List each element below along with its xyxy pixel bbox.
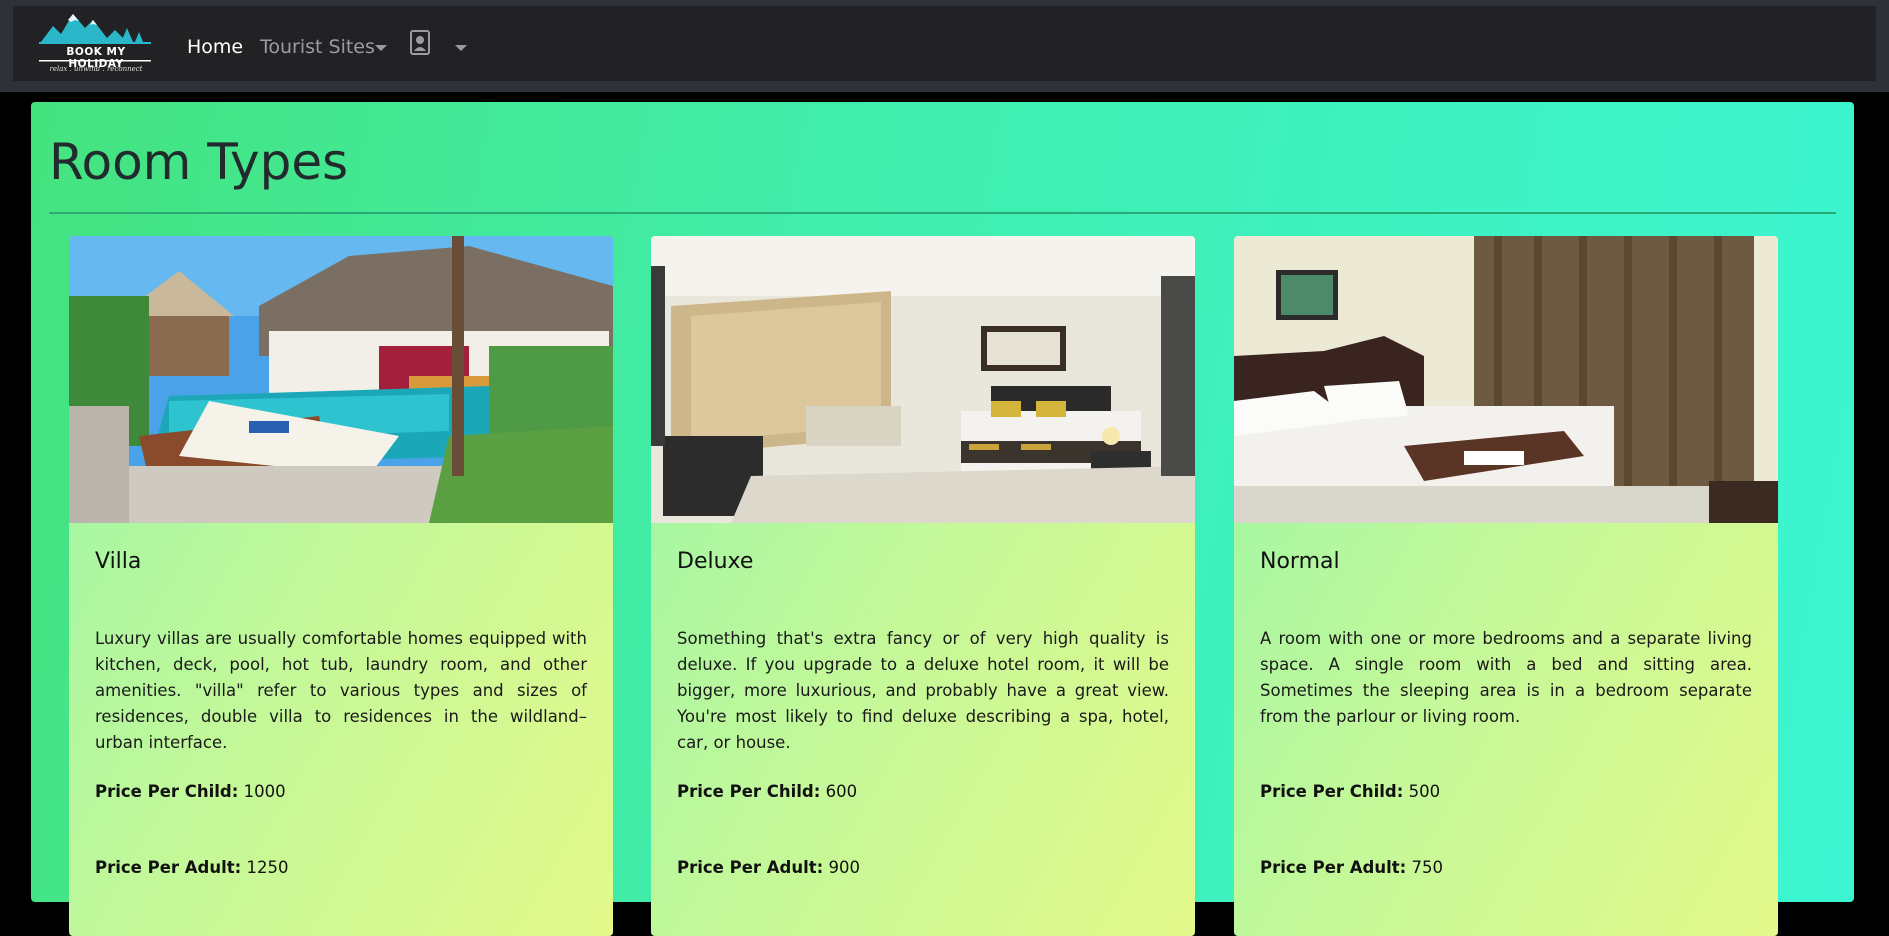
contact-icon[interactable]	[410, 30, 430, 55]
price-child-value: 1000	[243, 782, 286, 801]
divider	[49, 212, 1836, 214]
price-per-adult: Price Per Adult: 900	[677, 856, 860, 880]
price-child-label: Price Per Child:	[1260, 782, 1404, 801]
room-card-villa: Villa Luxury villas are usually comforta…	[69, 236, 613, 936]
room-card-deluxe: Deluxe Something that's extra fancy or o…	[651, 236, 1195, 936]
price-child-label: Price Per Child:	[95, 782, 239, 801]
price-adult-label: Price Per Adult:	[677, 858, 824, 877]
price-per-child: Price Per Child: 600	[677, 780, 857, 804]
topbar: BOOK MY HOLIDAY relax . unwind . reconne…	[0, 0, 1889, 92]
page-title: Room Types	[49, 133, 349, 191]
price-per-child: Price Per Child: 1000	[95, 780, 286, 804]
room-description: Luxury villas are usually comfortable ho…	[95, 629, 587, 752]
price-adult-value: 1250	[246, 858, 289, 877]
brand-tagline: relax . unwind . reconnect	[49, 65, 143, 73]
price-per-adult: Price Per Adult: 1250	[95, 856, 289, 880]
room-name: Normal	[1260, 549, 1340, 574]
nav-tourist-sites-dropdown[interactable]: Tourist Sites	[260, 34, 375, 60]
villa-image	[69, 236, 613, 523]
nav-home-link[interactable]: Home	[187, 34, 243, 60]
price-adult-label: Price Per Adult:	[95, 858, 242, 877]
caret-down-icon[interactable]	[455, 45, 467, 51]
price-per-adult: Price Per Adult: 750	[1260, 856, 1443, 880]
room-name: Deluxe	[677, 549, 754, 574]
caret-down-icon[interactable]	[375, 45, 387, 51]
price-adult-label: Price Per Adult:	[1260, 858, 1407, 877]
room-name: Villa	[95, 549, 142, 574]
brand-logo[interactable]: BOOK MY HOLIDAY relax . unwind . reconne…	[35, 8, 155, 78]
room-description: A room with one or more bedrooms and a s…	[1260, 629, 1752, 726]
price-adult-value: 900	[828, 858, 861, 877]
price-adult-value: 750	[1411, 858, 1444, 877]
deluxe-image	[651, 236, 1195, 523]
normal-image	[1234, 236, 1778, 523]
room-description: Something that's extra fancy or of very …	[677, 629, 1169, 752]
room-card-normal: Normal A room with one or more bedrooms …	[1234, 236, 1778, 936]
price-child-label: Price Per Child:	[677, 782, 821, 801]
price-child-value: 500	[1408, 782, 1441, 801]
price-per-child: Price Per Child: 500	[1260, 780, 1440, 804]
price-child-value: 600	[825, 782, 858, 801]
room-types-section: Room Types Villa Luxury villas are usual…	[31, 102, 1854, 936]
navbar: BOOK MY HOLIDAY relax . unwind . reconne…	[13, 6, 1876, 81]
